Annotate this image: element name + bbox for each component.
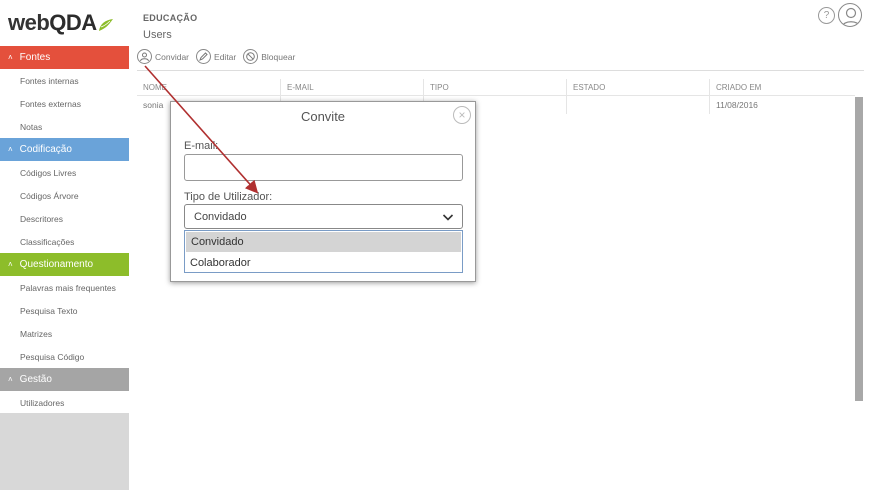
dialog-title: Convite: [300, 109, 346, 124]
option-convidado[interactable]: Convidado: [186, 232, 461, 252]
vertical-scrollbar[interactable]: [855, 97, 863, 401]
sidebar-item-codigos-livres[interactable]: Códigos Livres: [0, 161, 129, 184]
chevron-up-icon: ˄: [8, 260, 13, 269]
column-header-estado[interactable]: ESTADO: [566, 79, 709, 95]
breadcrumb-project: EDUCAÇÃO: [143, 13, 198, 23]
top-right-icons: ?: [818, 3, 862, 27]
sidebar-item-utilizadores[interactable]: Utilizadores: [0, 391, 129, 414]
add-user-icon: [137, 49, 152, 64]
sidebar-section-label: Gestão: [19, 374, 52, 385]
sidebar-section-label: Questionamento: [19, 259, 94, 270]
logo-web-text: web: [8, 10, 50, 35]
user-type-dropdown-list: Convidado Colaborador: [184, 230, 463, 273]
option-colaborador[interactable]: Colaborador: [185, 253, 462, 273]
block-icon: [243, 49, 259, 64]
invite-button[interactable]: Convidar: [137, 49, 189, 64]
chevron-down-icon: [442, 211, 454, 223]
close-icon[interactable]: ×: [453, 106, 471, 124]
chevron-up-icon: ˄: [8, 145, 13, 154]
invite-dialog: Convite × E-mail: Tipo de Utilizador: Co…: [170, 101, 476, 282]
column-header-nome[interactable]: NOME: [137, 79, 280, 95]
block-label: Bloquear: [261, 51, 296, 62]
edit-label: Editar: [214, 51, 237, 62]
sidebar-item-fontes-externas[interactable]: Fontes externas: [0, 92, 129, 115]
sidebar-item-descritores[interactable]: Descritores: [0, 207, 129, 230]
column-header-criado-em[interactable]: CRIADO EM: [709, 79, 852, 95]
cell-estado: [566, 96, 709, 114]
sidebar-section-codificacao[interactable]: ˄ Codificação: [0, 138, 129, 161]
email-field[interactable]: [184, 154, 463, 181]
sidebar-section-fontes[interactable]: ˄ Fontes: [0, 46, 129, 69]
help-icon[interactable]: ?: [818, 6, 835, 24]
sidebar-item-matrizes[interactable]: Matrizes: [0, 322, 129, 345]
chevron-up-icon: ˄: [8, 53, 13, 62]
sidebar-section-label: Fontes: [19, 52, 51, 63]
pencil-icon: [196, 49, 212, 64]
block-button[interactable]: Bloquear: [243, 49, 295, 64]
sidebar-section-gestao[interactable]: ˄ Gestão: [0, 368, 129, 391]
chevron-up-icon: ˄: [8, 375, 13, 384]
sidebar-item-codigos-arvore[interactable]: Códigos Árvore: [0, 184, 129, 207]
cell-criado-em: 11/08/2016: [709, 96, 852, 114]
email-label: E-mail:: [184, 140, 219, 152]
user-type-select[interactable]: Convidado: [184, 204, 463, 229]
sidebar-empty-area: [0, 413, 129, 490]
sidebar: web QDA ˄ Fontes Fontes internas Fontes e…: [0, 0, 129, 490]
sidebar-item-pesquisa-codigo[interactable]: Pesquisa Código: [0, 345, 129, 368]
edit-button[interactable]: Editar: [196, 49, 236, 64]
user-avatar-icon[interactable]: [838, 3, 862, 27]
sidebar-section-questionamento[interactable]: ˄ Questionamento: [0, 253, 129, 276]
user-type-label: Tipo de Utilizador:: [184, 191, 273, 203]
leaf-icon: [98, 12, 114, 31]
sidebar-item-palavras-frequentes[interactable]: Palavras mais frequentes: [0, 276, 129, 299]
sidebar-item-fontes-internas[interactable]: Fontes internas: [0, 69, 129, 92]
webqda-logo[interactable]: web QDA: [0, 0, 129, 46]
sidebar-item-pesquisa-texto[interactable]: Pesquisa Texto: [0, 299, 129, 322]
logo-qda-text: QDA: [49, 10, 97, 35]
page-title: Users: [143, 29, 172, 41]
toolbar: Convidar Editar Bloquear: [137, 49, 302, 64]
sidebar-item-notas[interactable]: Notas: [0, 115, 129, 138]
column-header-tipo[interactable]: TIPO: [423, 79, 566, 95]
sidebar-item-classificacoes[interactable]: Classificações: [0, 230, 129, 253]
column-header-email[interactable]: E-MAIL: [280, 79, 423, 95]
table-header: NOME E-MAIL TIPO ESTADO CRIADO EM: [137, 79, 855, 96]
invite-label: Convidar: [155, 51, 190, 62]
toolbar-divider: [137, 70, 864, 71]
sidebar-section-label: Codificação: [19, 144, 72, 155]
user-type-selected-value: Convidado: [194, 210, 247, 223]
